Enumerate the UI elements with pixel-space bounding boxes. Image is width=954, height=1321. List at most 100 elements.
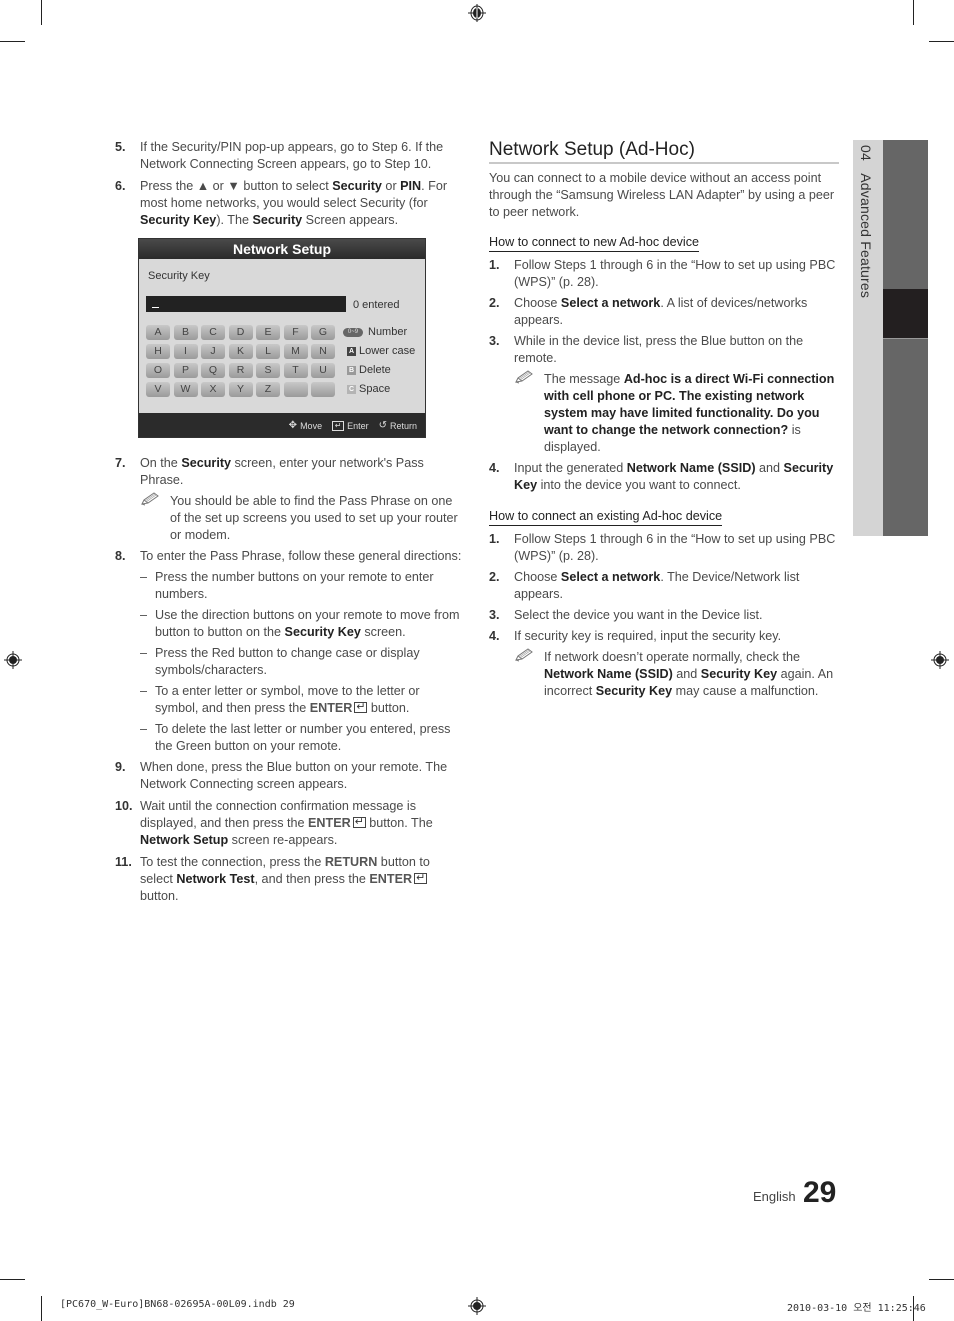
key-blank[interactable] xyxy=(283,382,308,397)
return-hint: ↺ Return xyxy=(378,420,417,431)
key-m[interactable]: M xyxy=(283,344,308,359)
key-blank[interactable] xyxy=(311,382,335,397)
security-key-input[interactable] xyxy=(146,296,346,312)
step-5: 5. If the Security/PIN pop-up appears, g… xyxy=(115,140,444,171)
key-f[interactable]: F xyxy=(283,325,308,340)
adhoc-existing-step-3: 3. Select the device you want in the Devi… xyxy=(489,608,763,622)
key-p[interactable]: P xyxy=(173,363,198,378)
legend-lower-case: A Lower case xyxy=(347,345,416,357)
key-o[interactable]: O xyxy=(146,363,170,378)
number-button-icon: 0~9 xyxy=(343,328,363,337)
key-e[interactable]: E xyxy=(256,325,280,340)
note: The message Ad-hoc is a direct Wi-Fi con… xyxy=(514,370,841,456)
network-setup-screen: Network Setup Security Key 0 entered ABC… xyxy=(138,238,426,438)
keyboard-legend: 0~9 Number A Lower case B Delete C Space xyxy=(343,323,415,399)
key-j[interactable]: J xyxy=(201,344,225,359)
registration-mark-icon xyxy=(468,1297,486,1315)
crop-mark xyxy=(913,0,914,25)
key-g[interactable]: G xyxy=(311,325,335,340)
adhoc-new-step-2: 2. Choose Select a network. A list of dev… xyxy=(489,296,808,327)
adhoc-new-step-4: 4. Input the generated Network Name (SSID… xyxy=(489,461,834,492)
key-c[interactable]: C xyxy=(201,325,225,340)
screen-footer: ✥ Move ↵ Enter ↺ Return xyxy=(139,413,425,437)
key-t[interactable]: T xyxy=(283,363,308,378)
step-9: 9. When done, press the Blue button on y… xyxy=(115,760,448,791)
key-z[interactable]: Z xyxy=(256,382,280,397)
enter-icon xyxy=(354,699,368,716)
key-k[interactable]: K xyxy=(228,344,253,359)
enter-icon xyxy=(352,814,366,831)
key-i[interactable]: I xyxy=(173,344,198,359)
intro-paragraph: You can connect to a mobile device witho… xyxy=(489,171,835,219)
security-key-label: Security Key xyxy=(148,270,210,282)
return-icon: ↺ xyxy=(378,420,387,431)
adhoc-existing-step-2: 2. Choose Select a network. The Device/Ne… xyxy=(489,570,800,601)
key-s[interactable]: S xyxy=(256,363,280,378)
step-10: 10. Wait until the connection confirmati… xyxy=(115,798,465,849)
legend-delete: B Delete xyxy=(347,364,391,376)
key-y[interactable]: Y xyxy=(228,382,253,397)
pencil-note-icon xyxy=(515,370,533,384)
step-11: 11. To test the connection, press the RE… xyxy=(115,854,465,905)
enter-icon xyxy=(414,870,428,887)
registration-mark-icon xyxy=(931,651,949,669)
left-column-top: 5. If the Security/PIN pop-up appears, g… xyxy=(115,139,465,233)
adhoc-new-step-3: 3. While in the device list, press the Bl… xyxy=(489,333,841,456)
direction-item: – To a enter letter or symbol, move to th… xyxy=(140,683,465,717)
key-d[interactable]: D xyxy=(228,325,253,340)
adhoc-existing-step-1: 1. Follow Steps 1 through 6 in the “How t… xyxy=(489,532,836,563)
left-column-bottom: 7. On the Security screen, enter your ne… xyxy=(115,455,465,909)
page-number: 29 xyxy=(803,1176,837,1209)
legend-number: 0~9 Number xyxy=(343,323,415,342)
step-8: 8. To enter the Pass Phrase, follow thes… xyxy=(115,548,465,755)
key-u[interactable]: U xyxy=(311,363,335,378)
crop-mark xyxy=(41,1296,42,1321)
footer-language: English xyxy=(753,1189,796,1204)
registration-mark-icon xyxy=(468,4,486,22)
enter-icon: ↵ xyxy=(332,420,345,431)
key-a[interactable]: A xyxy=(146,325,170,340)
key-q[interactable]: Q xyxy=(201,363,225,378)
key-n[interactable]: N xyxy=(311,344,335,359)
crop-mark xyxy=(929,1279,954,1280)
move-arrows-icon: ✥ xyxy=(288,420,298,431)
subsection-heading: How to connect an existing Ad-hoc device xyxy=(489,508,723,526)
yellow-c-button-icon: C xyxy=(347,385,356,394)
direction-item: – Use the direction buttons on your remot… xyxy=(140,608,460,639)
note: If network doesn’t operate normally, che… xyxy=(514,648,841,700)
adhoc-new-step-1: 1. Follow Steps 1 through 6 in the “How t… xyxy=(489,258,836,289)
key-w[interactable]: W xyxy=(173,382,198,397)
crop-mark xyxy=(41,0,42,25)
chapter-label: 04 Advanced Features xyxy=(858,145,874,299)
crop-mark xyxy=(929,41,954,42)
key-x[interactable]: X xyxy=(201,382,225,397)
registration-mark-icon xyxy=(4,651,22,669)
pencil-note-icon xyxy=(141,492,159,506)
right-column: You can connect to a mobile device witho… xyxy=(489,170,841,704)
screen-title: Network Setup xyxy=(139,239,425,259)
print-slug-right: 2010-03-10 오전 11:25:46 xyxy=(787,1303,926,1314)
print-slug-left: [PC670_W-Euro]BN68-02695A-00L09.indb 29 xyxy=(60,1299,295,1310)
on-screen-keyboard: ABCDEFG HIJKLMN OPQRSTU VWXYZ xyxy=(146,325,335,397)
note: You should be able to find the Pass Phra… xyxy=(140,492,465,544)
direction-item: – Press the number buttons on your remote… xyxy=(140,570,434,601)
key-l[interactable]: L xyxy=(256,344,280,359)
crop-mark xyxy=(0,1279,25,1280)
chapter-tab-active-marker xyxy=(883,289,928,339)
enter-hint: ↵ Enter xyxy=(332,420,369,431)
key-r[interactable]: R xyxy=(228,363,253,378)
legend-space: C Space xyxy=(347,383,391,395)
green-b-button-icon: B xyxy=(347,366,356,375)
subsection-heading: How to connect to new Ad-hoc device xyxy=(489,234,700,252)
key-h[interactable]: H xyxy=(146,344,170,359)
key-b[interactable]: B xyxy=(173,325,198,340)
direction-item: – To delete the last letter or number you… xyxy=(140,722,451,753)
move-hint: ✥ Move xyxy=(288,420,323,431)
crop-mark xyxy=(0,41,25,42)
adhoc-existing-step-4: 4. If security key is required, input the… xyxy=(489,628,841,700)
direction-item: – Press the Red button to change case or … xyxy=(140,646,420,677)
step-7: 7. On the Security screen, enter your ne… xyxy=(115,455,465,544)
key-v[interactable]: V xyxy=(146,382,170,397)
step-6: 6. Press the ▲ or ▼ button to select Sec… xyxy=(115,179,448,227)
red-a-button-icon: A xyxy=(347,347,356,356)
